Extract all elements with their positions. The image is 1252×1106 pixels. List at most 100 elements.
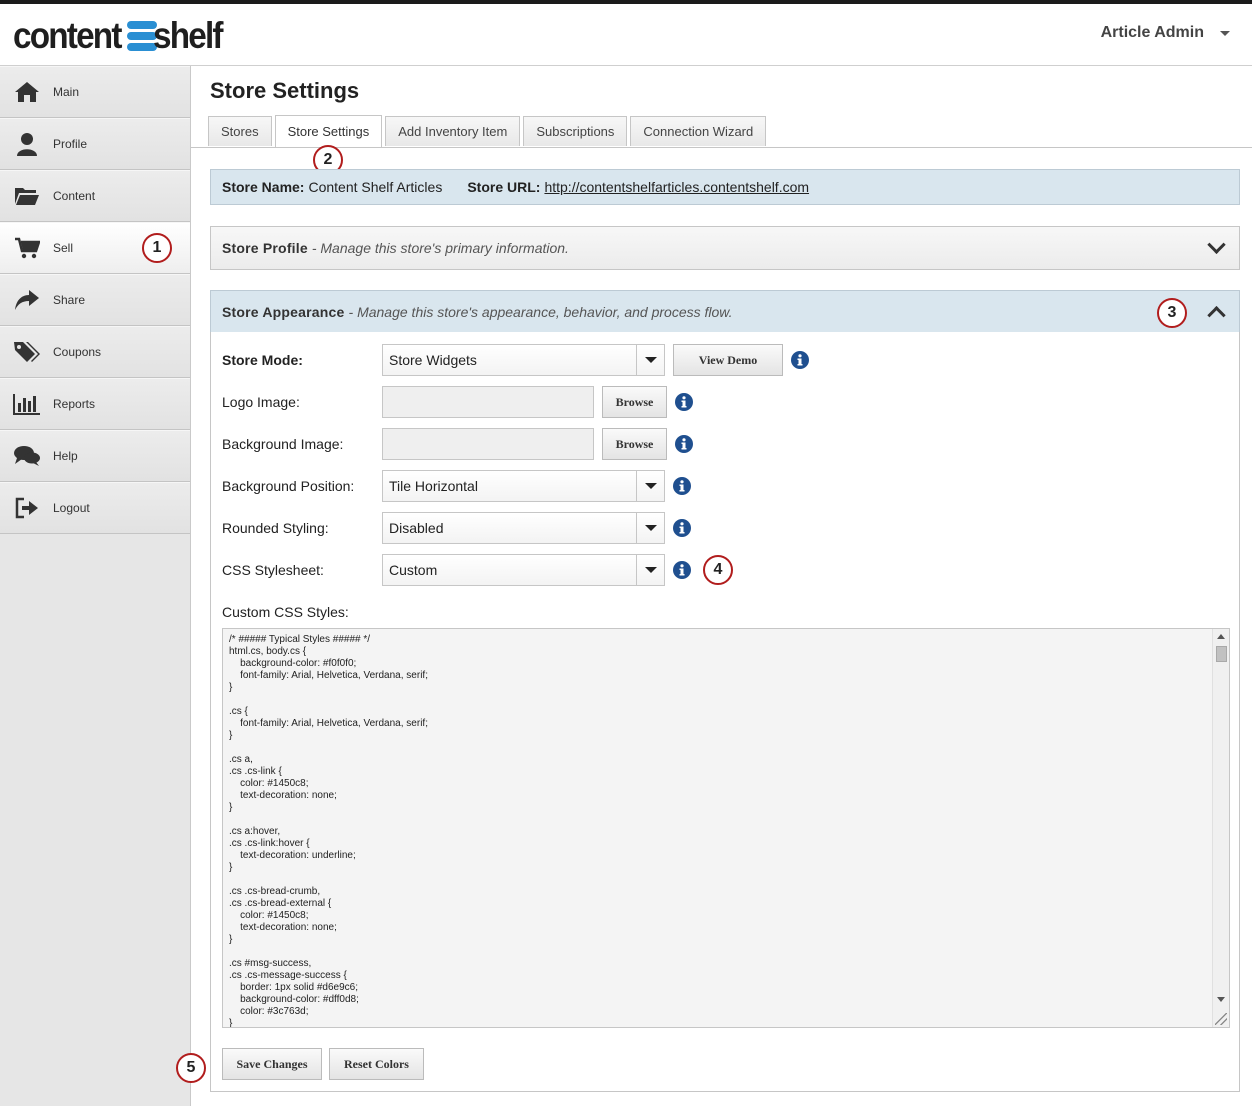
- rounded-styling-value: Disabled: [389, 520, 444, 536]
- tab-divider: [191, 147, 1252, 148]
- background-position-label: Background Position:: [222, 478, 355, 494]
- main-content: Store Settings Stores Store Settings Add…: [176, 66, 1252, 1106]
- custom-css-textarea[interactable]: /* ##### Typical Styles ##### */ html.cs…: [222, 628, 1230, 1028]
- tab-subscriptions[interactable]: Subscriptions: [523, 116, 628, 146]
- store-mode-select[interactable]: Store Widgets: [382, 344, 665, 376]
- store-profile-description: - Manage this store's primary informatio…: [311, 240, 569, 256]
- scroll-down-icon[interactable]: [1217, 997, 1225, 1002]
- view-demo-button[interactable]: View Demo: [673, 344, 783, 376]
- background-image-label: Background Image:: [222, 436, 344, 452]
- callout-3: 3: [1157, 298, 1187, 328]
- resize-grip-icon[interactable]: [1215, 1013, 1227, 1025]
- background-image-field[interactable]: [382, 428, 594, 460]
- info-icon[interactable]: [675, 435, 693, 453]
- store-appearance-body: Store Mode: Store Widgets View Demo Logo…: [176, 332, 1240, 1092]
- info-icon[interactable]: [673, 561, 691, 579]
- css-stylesheet-label: CSS Stylesheet:: [222, 562, 324, 578]
- callout-1: 1: [142, 233, 172, 263]
- logo[interactable]: content shelf: [13, 14, 229, 58]
- sidebar-item-main[interactable]: Main: [0, 66, 190, 118]
- reset-colors-button[interactable]: Reset Colors: [329, 1048, 424, 1080]
- logo-image-row: Logo Image: Browse: [222, 386, 693, 418]
- dropdown-arrow-icon: [636, 513, 664, 543]
- chevron-down-icon: [1220, 30, 1230, 36]
- cart-icon: [13, 234, 41, 262]
- logo-text-content: content: [13, 15, 122, 56]
- chevron-down-icon[interactable]: [1207, 235, 1226, 254]
- sidebar-item-label: Main: [53, 85, 80, 99]
- background-position-select[interactable]: Tile Horizontal: [382, 470, 665, 502]
- sidebar-item-label: Coupons: [53, 345, 102, 359]
- store-appearance-header[interactable]: Store Appearance - Manage this store's a…: [210, 290, 1240, 333]
- sidebar-item-coupons[interactable]: Coupons: [0, 326, 190, 378]
- app-header: content shelf Article Admin: [0, 4, 1252, 66]
- logout-icon: [13, 494, 41, 522]
- info-icon[interactable]: [791, 351, 809, 369]
- store-url-label: Store URL:: [467, 179, 541, 195]
- info-icon[interactable]: [673, 477, 691, 495]
- custom-css-text: /* ##### Typical Styles ##### */ html.cs…: [229, 634, 428, 1028]
- chat-icon: [13, 442, 41, 470]
- sidebar-item-label: Profile: [53, 137, 88, 151]
- callout-4: 4: [703, 555, 733, 585]
- background-image-row: Background Image: Browse: [222, 428, 693, 460]
- background-position-value: Tile Horizontal: [389, 478, 478, 494]
- tab-stores[interactable]: Stores: [208, 116, 272, 146]
- store-info-bar: Store Name: Content Shelf Articles Store…: [210, 169, 1240, 205]
- dropdown-arrow-icon: [636, 471, 664, 501]
- tab-connection-wizard[interactable]: Connection Wizard: [630, 116, 767, 146]
- background-browse-button[interactable]: Browse: [602, 428, 667, 460]
- rounded-styling-row: Rounded Styling: Disabled: [222, 512, 691, 544]
- sidebar-item-help[interactable]: Help: [0, 430, 190, 482]
- dropdown-arrow-icon: [636, 555, 664, 585]
- store-name-value: Content Shelf Articles: [308, 179, 443, 195]
- css-stylesheet-value: Custom: [389, 562, 438, 578]
- store-profile-header[interactable]: Store Profile - Manage this store's prim…: [210, 226, 1240, 270]
- callout-5: 5: [176, 1053, 206, 1083]
- page-title: Store Settings: [210, 78, 360, 103]
- home-icon: [13, 78, 41, 106]
- logo-browse-button[interactable]: Browse: [602, 386, 667, 418]
- sidebar-item-share[interactable]: Share: [0, 274, 190, 326]
- sidebar-item-label: Sell: [53, 241, 74, 255]
- chevron-up-icon[interactable]: [1207, 305, 1226, 324]
- dropdown-arrow-icon: [636, 345, 664, 375]
- sidebar: Main Profile Content Sell 1 Share Coupon…: [0, 66, 191, 1106]
- store-url-link[interactable]: http://contentshelfarticles.contentshelf…: [544, 179, 809, 195]
- tab-store-settings[interactable]: Store Settings: [274, 115, 383, 147]
- sidebar-item-logout[interactable]: Logout: [0, 482, 190, 534]
- sidebar-item-label: Share: [53, 293, 86, 307]
- save-changes-button[interactable]: Save Changes: [222, 1048, 322, 1080]
- sidebar-item-label: Help: [53, 449, 78, 463]
- user-menu[interactable]: Article Admin: [1101, 24, 1230, 42]
- css-stylesheet-select[interactable]: Custom: [382, 554, 665, 586]
- store-mode-label: Store Mode:: [222, 352, 303, 368]
- css-scrollbar[interactable]: [1212, 629, 1229, 1027]
- logo-text-shelf: shelf: [152, 15, 224, 56]
- store-appearance-title: Store Appearance: [222, 303, 345, 320]
- store-appearance-description: - Manage this store's appearance, behavi…: [348, 303, 733, 320]
- sidebar-item-content[interactable]: Content: [0, 170, 190, 222]
- tag-icon: [13, 338, 41, 366]
- store-name-label: Store Name:: [222, 179, 305, 195]
- background-position-row: Background Position: Tile Horizontal: [222, 470, 691, 502]
- user-menu-label: Article Admin: [1100, 24, 1204, 41]
- form-actions: Save Changes Reset Colors: [222, 1048, 424, 1080]
- tab-add-inventory-item[interactable]: Add Inventory Item: [385, 116, 521, 146]
- sidebar-item-label: Logout: [53, 501, 90, 515]
- folder-icon: [13, 182, 41, 210]
- sidebar-item-reports[interactable]: Reports: [0, 378, 190, 430]
- logo-image-field[interactable]: [382, 386, 594, 418]
- info-icon[interactable]: [673, 519, 691, 537]
- sidebar-item-label: Content: [53, 189, 96, 203]
- sidebar-item-profile[interactable]: Profile: [0, 118, 190, 170]
- scroll-up-icon[interactable]: [1217, 634, 1225, 639]
- scroll-thumb[interactable]: [1216, 646, 1227, 662]
- sidebar-item-label: Reports: [53, 397, 96, 411]
- rounded-styling-select[interactable]: Disabled: [382, 512, 665, 544]
- tab-bar: Stores Store Settings Add Inventory Item…: [208, 115, 767, 147]
- sidebar-item-sell[interactable]: Sell 1: [0, 222, 190, 274]
- store-mode-value: Store Widgets: [389, 352, 477, 368]
- custom-css-label: Custom CSS Styles:: [222, 604, 349, 620]
- info-icon[interactable]: [675, 393, 693, 411]
